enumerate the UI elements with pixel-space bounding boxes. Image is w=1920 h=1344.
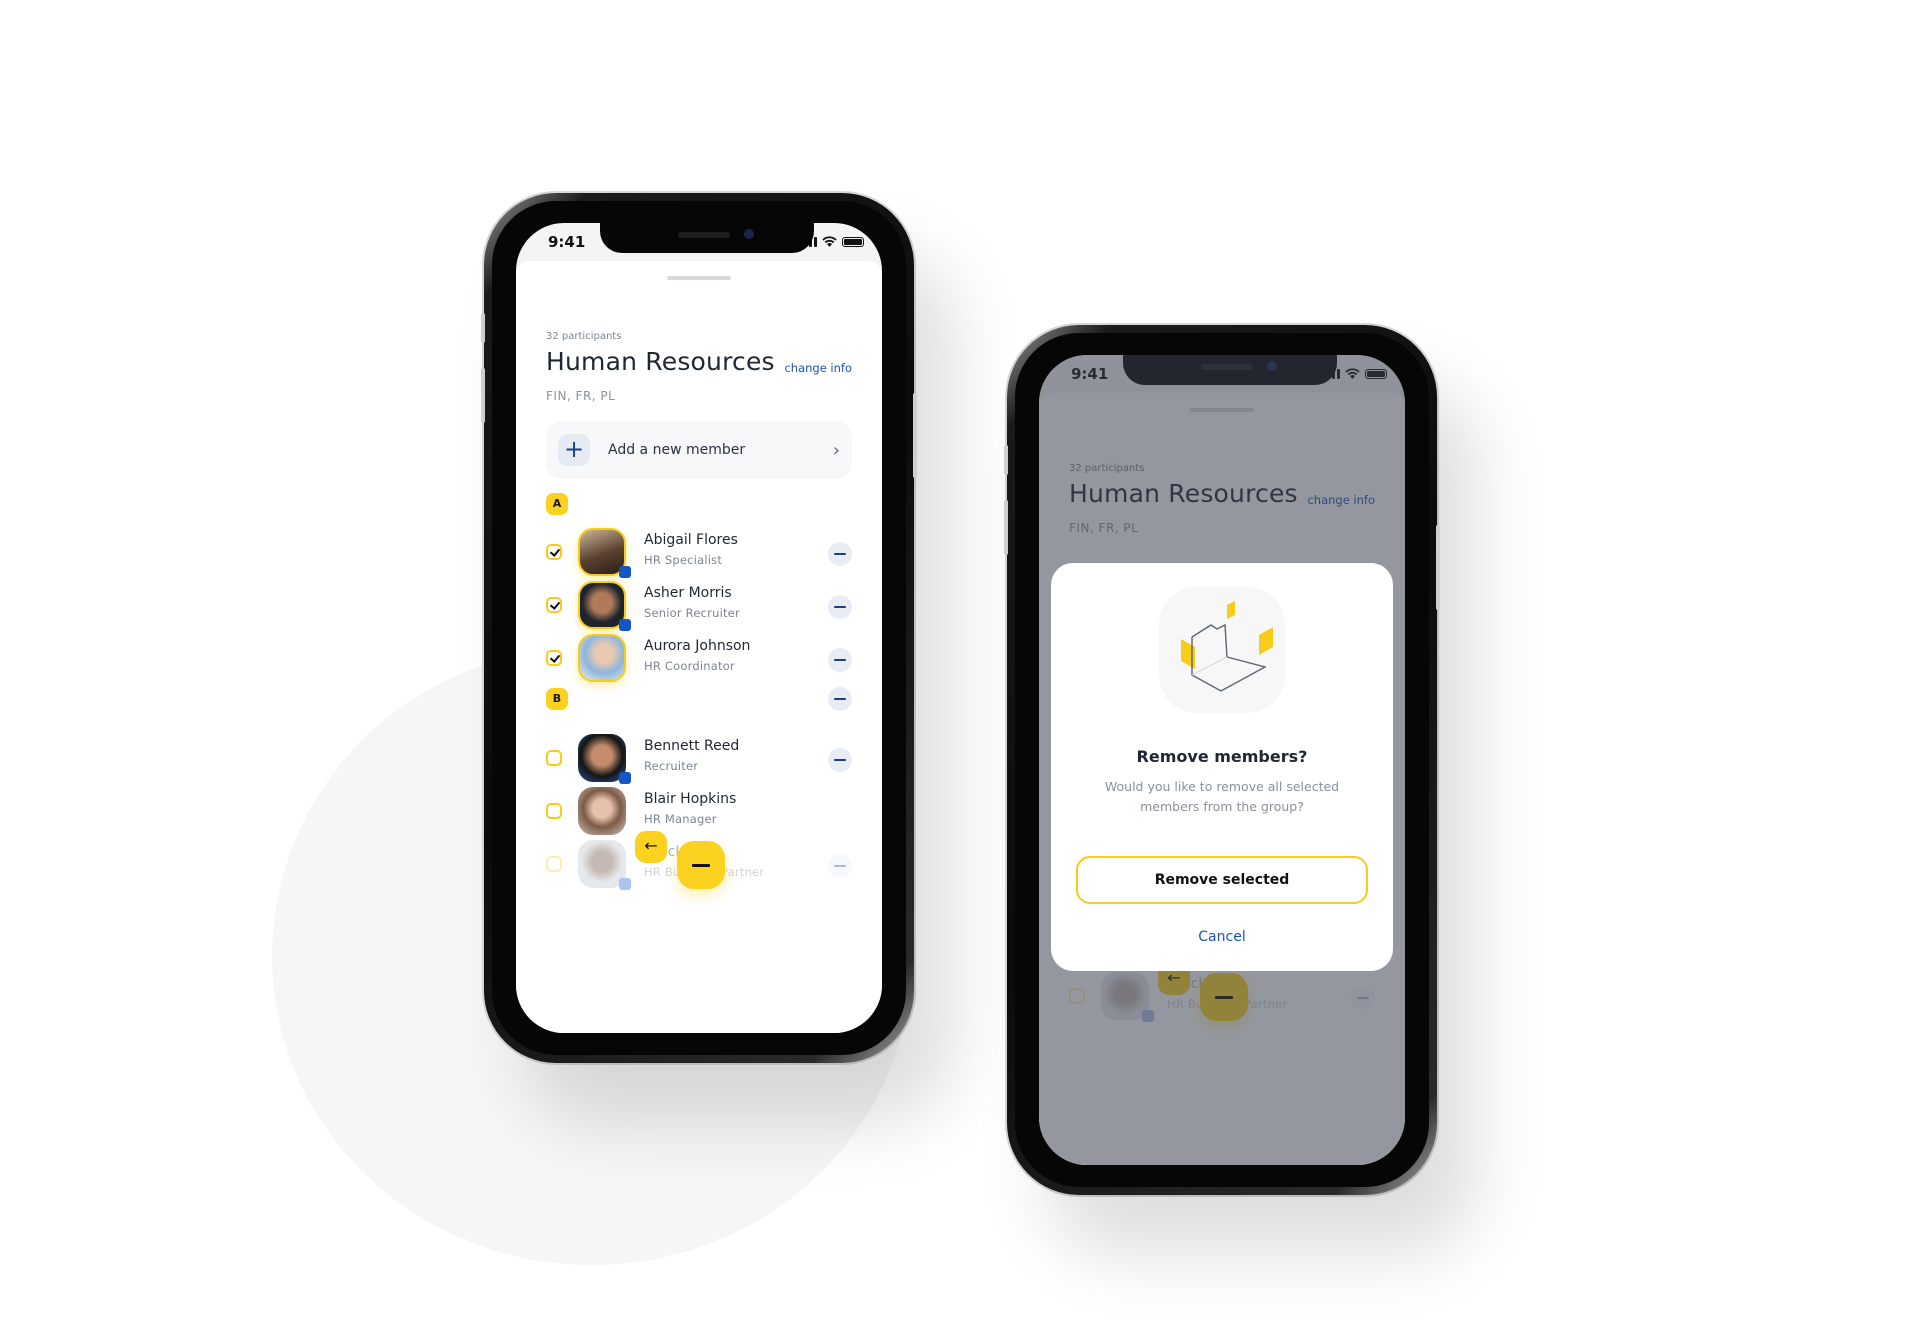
notch	[600, 223, 814, 253]
member-name: Blair Hopkins	[644, 791, 737, 807]
group-languages: FIN, FR, PL	[546, 389, 616, 403]
avatar	[578, 840, 631, 890]
member-checkbox[interactable]	[546, 803, 562, 819]
member-name: Bennett Reed	[644, 738, 740, 754]
group-title: Human Resources	[546, 347, 775, 376]
avatar	[578, 528, 631, 578]
remove-section-button[interactable]	[828, 687, 852, 711]
member-role: HR Manager	[644, 812, 717, 826]
member-checkbox[interactable]	[546, 856, 562, 872]
side-button	[1436, 525, 1440, 610]
cancel-button[interactable]: Cancel	[1051, 929, 1393, 945]
remove-selected-button[interactable]: Remove selected	[1076, 856, 1368, 904]
avatar	[578, 787, 626, 835]
back-button[interactable]: ←	[635, 831, 667, 863]
member-role: Recruiter	[644, 759, 699, 773]
member-row[interactable]: Bennett Reed Recruiter	[546, 730, 852, 786]
remove-member-button[interactable]	[828, 595, 852, 619]
remove-member-button[interactable]	[828, 648, 852, 672]
avatar	[578, 634, 626, 682]
avatar	[578, 734, 631, 784]
remove-member-button[interactable]	[828, 748, 852, 772]
side-button	[913, 393, 917, 478]
member-row[interactable]: Abigail Flores HR Specialist	[546, 524, 852, 580]
section-letter: B	[546, 688, 568, 710]
member-name: Asher Morris	[644, 585, 732, 601]
member-row[interactable]: Blair Hopkins HR Manager	[546, 783, 852, 839]
add-member-label: Add a new member	[608, 442, 746, 458]
chevron-right-icon: ›	[832, 439, 840, 461]
status-time: 9:41	[548, 233, 586, 251]
phone-right: 9:41 32 participants Human Resources cha…	[1004, 325, 1440, 1195]
member-checkbox[interactable]	[546, 544, 562, 560]
battery-icon	[842, 236, 864, 247]
member-role: Senior Recruiter	[644, 606, 740, 620]
sheet-grabber[interactable]	[667, 276, 731, 280]
screen: 9:41 32 participants Human Resources cha…	[516, 223, 882, 1033]
avatar	[578, 581, 631, 631]
remove-selected-fab[interactable]	[677, 841, 725, 889]
group-sheet: 32 participants Human Resources change i…	[516, 261, 882, 1033]
remove-illustration-icon	[1159, 587, 1285, 713]
plus-icon: +	[558, 434, 590, 466]
dialog-title: Remove members?	[1136, 747, 1308, 766]
member-name: Aurora Johnson	[644, 638, 751, 654]
member-row[interactable]: Aurora Johnson HR Coordinator	[546, 630, 852, 686]
remove-member-button[interactable]	[828, 854, 852, 878]
side-button	[481, 368, 485, 423]
phone-left: 9:41 32 participants Human Resources cha…	[481, 193, 917, 1063]
participants-count: 32 participants	[546, 331, 622, 342]
side-button	[1004, 445, 1008, 475]
member-checkbox[interactable]	[546, 597, 562, 613]
member-name: Abigail Flores	[644, 532, 738, 548]
wifi-icon	[822, 236, 837, 247]
dialog-description: Would you like to remove all selected me…	[1104, 779, 1340, 814]
member-role: HR Specialist	[644, 553, 723, 567]
change-info-link[interactable]: change info	[784, 361, 852, 375]
side-button	[481, 313, 485, 343]
screen: 9:41 32 participants Human Resources cha…	[1039, 355, 1405, 1165]
member-role: HR Coordinator	[644, 659, 735, 673]
remove-members-dialog: Remove members? Would you like to remove…	[1051, 563, 1393, 971]
member-row[interactable]: Asher Morris Senior Recruiter	[546, 577, 852, 633]
remove-member-button[interactable]	[828, 542, 852, 566]
member-checkbox[interactable]	[546, 750, 562, 766]
section-letter: A	[546, 493, 568, 515]
add-member-button[interactable]: + Add a new member ›	[546, 421, 852, 479]
side-button	[1004, 500, 1008, 555]
online-indicator	[619, 878, 631, 890]
member-checkbox[interactable]	[546, 650, 562, 666]
